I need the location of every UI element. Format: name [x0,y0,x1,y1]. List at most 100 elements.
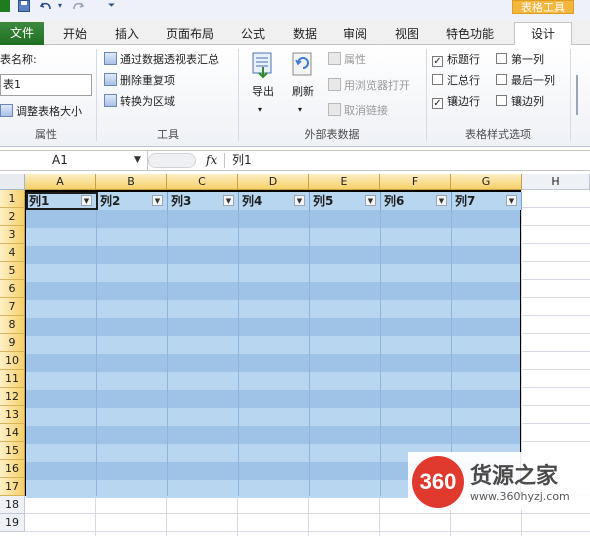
name-box[interactable]: A1 [0,151,148,170]
table-row[interactable] [26,336,520,354]
option-total-row[interactable]: 汇总行 [432,72,480,90]
table-row[interactable] [26,228,520,246]
row-header-12[interactable]: 12 [0,388,25,406]
refresh-dropdown-icon[interactable]: ▾ [298,105,302,114]
column-header-h[interactable]: H [522,174,590,190]
redo-icon[interactable] [72,0,86,12]
row-header-16[interactable]: 16 [0,460,25,478]
row-header-7[interactable]: 7 [0,298,25,316]
filter-dropdown-icon[interactable]: ▼ [223,195,234,206]
table-row[interactable] [26,426,520,444]
formula-value[interactable]: 列1 [232,151,252,170]
table-row[interactable] [26,210,520,228]
column-header-b[interactable]: B [96,174,167,190]
row-header-17[interactable]: 17 [0,478,25,496]
insert-function-icon[interactable]: fx [206,151,217,170]
table-row[interactable] [26,318,520,336]
tab-page-layout[interactable]: 页面布局 [160,24,220,45]
option-banded-columns[interactable]: 镶边列 [496,93,544,111]
checkbox-total-row[interactable] [432,74,443,85]
export-dropdown-icon[interactable]: ▾ [258,105,262,114]
tab-features[interactable]: 特色功能 [440,24,500,45]
table-header-cell[interactable]: 列2 ▼ [97,192,168,210]
row-header-13[interactable]: 13 [0,406,25,424]
excel-table[interactable]: 列1 ▼ 列2 ▼ 列3 ▼ 列4 ▼ 列5 ▼ 列6 ▼ 列7 ▼ [25,190,522,498]
external-properties-button[interactable]: 属性 [328,51,366,69]
remove-duplicates-button[interactable]: 删除重复项 [104,72,175,90]
row-header-10[interactable]: 10 [0,352,25,370]
table-row[interactable] [26,282,520,300]
table-name-input[interactable]: 表1 [0,74,92,96]
tab-file[interactable]: 文件 [0,22,44,45]
table-row[interactable] [26,408,520,426]
checkbox-banded-columns[interactable] [496,95,507,106]
row-header-19[interactable]: 19 [0,514,25,532]
summarize-pivot-button[interactable]: 通过数据透视表汇总 [104,51,219,69]
column-header-g[interactable]: G [451,174,522,190]
row-header-15[interactable]: 15 [0,442,25,460]
filter-dropdown-icon[interactable]: ▼ [365,195,376,206]
tab-design[interactable]: 设计 [514,22,572,46]
tab-data[interactable]: 数据 [286,24,324,45]
table-row[interactable] [26,246,520,264]
formula-bar-handle[interactable] [148,153,196,168]
row-header-3[interactable]: 3 [0,226,25,244]
option-banded-rows[interactable]: ✓ 镶边行 [432,93,480,111]
filter-dropdown-icon[interactable]: ▼ [152,195,163,206]
refresh-button[interactable]: 刷新 [284,51,322,99]
table-header-cell[interactable]: 列5 ▼ [310,192,381,210]
filter-dropdown-icon[interactable]: ▼ [506,195,517,206]
tab-view[interactable]: 视图 [388,24,426,45]
name-box-dropdown-icon[interactable]: ▼ [134,151,141,170]
table-header-cell[interactable]: 列3 ▼ [168,192,239,210]
checkbox-header-row[interactable]: ✓ [432,56,443,67]
row-header-11[interactable]: 11 [0,370,25,388]
undo-icon[interactable] [39,0,54,12]
table-row[interactable] [26,300,520,318]
tab-home[interactable]: 开始 [56,24,94,45]
table-header-cell[interactable]: 列7 ▼ [452,192,522,210]
resize-table-button[interactable]: 调整表格大小 [0,103,82,121]
column-header-d[interactable]: D [238,174,309,190]
undo-dropdown-icon[interactable]: ▾ [58,0,66,12]
row-header-8[interactable]: 8 [0,316,25,334]
checkbox-first-column[interactable] [496,53,507,64]
tab-review[interactable]: 审阅 [336,24,374,45]
table-row[interactable] [26,264,520,282]
unlink-label: 取消链接 [344,104,388,117]
checkbox-last-column[interactable] [496,74,507,85]
convert-to-range-button[interactable]: 转换为区域 [104,93,175,111]
row-header-9[interactable]: 9 [0,334,25,352]
column-header-a[interactable]: A [25,174,96,190]
row-header-1[interactable]: 1 [0,190,25,208]
checkbox-banded-rows[interactable]: ✓ [432,98,443,109]
table-row[interactable] [26,372,520,390]
column-header-c[interactable]: C [167,174,238,190]
filter-dropdown-icon[interactable]: ▼ [436,195,447,206]
select-all-corner[interactable] [0,174,25,190]
tab-insert[interactable]: 插入 [108,24,146,45]
row-header-6[interactable]: 6 [0,280,25,298]
option-header-row[interactable]: ✓ 标题行 [432,51,480,69]
unlink-button[interactable]: 取消链接 [328,102,388,120]
option-last-column[interactable]: 最后一列 [496,72,555,90]
row-header-2[interactable]: 2 [0,208,25,226]
save-icon[interactable] [18,0,32,12]
column-header-e[interactable]: E [309,174,380,190]
export-button[interactable]: 导出 [244,51,282,99]
row-header-5[interactable]: 5 [0,262,25,280]
table-row[interactable] [26,354,520,372]
row-header-14[interactable]: 14 [0,424,25,442]
open-in-browser-button[interactable]: 用浏览器打开 [328,77,410,95]
table-row[interactable] [26,390,520,408]
customize-icon[interactable]: ⏷ [108,0,118,12]
option-first-column[interactable]: 第一列 [496,51,544,69]
table-styles-gallery-icon[interactable] [576,75,588,115]
filter-dropdown-icon[interactable]: ▼ [294,195,305,206]
row-header-4[interactable]: 4 [0,244,25,262]
table-header-cell[interactable]: 列6 ▼ [381,192,452,210]
table-header-cell[interactable]: 列4 ▼ [239,192,310,210]
row-header-18[interactable]: 18 [0,496,25,514]
column-header-f[interactable]: F [380,174,451,190]
tab-formulas[interactable]: 公式 [234,24,272,45]
